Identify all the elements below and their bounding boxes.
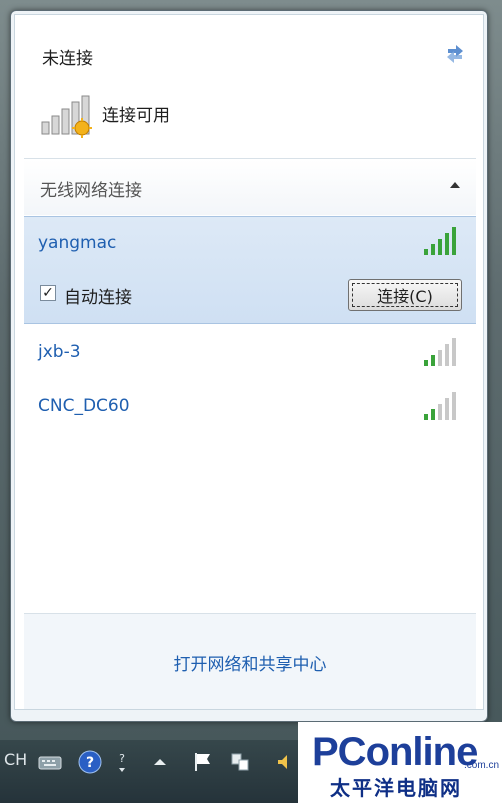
speaker-icon[interactable]	[272, 748, 300, 776]
signal-strength-icon	[424, 227, 456, 255]
signal-strength-icon	[41, 95, 92, 138]
open-network-sharing-center-link[interactable]: 打开网络和共享中心	[24, 650, 476, 675]
network-item-yangmac[interactable]: yangmac ✓ 自动连接 连接(C)	[24, 216, 476, 324]
connection-available-label: 连接可用	[102, 106, 170, 126]
chevron-up-icon[interactable]	[448, 179, 462, 191]
keyboard-icon[interactable]	[36, 748, 64, 776]
flyout-footer: 打开网络和共享中心	[24, 614, 476, 709]
section-label: 无线网络连接	[40, 181, 142, 201]
connection-status-title: 未连接	[42, 49, 93, 69]
pconline-watermark: PConline .com.cn 太平洋电脑网	[298, 722, 502, 803]
network-icon[interactable]	[226, 748, 254, 776]
connect-button[interactable]: 连接(C)	[348, 279, 462, 311]
network-name: CNC_DC60	[38, 396, 130, 416]
input-method-icon[interactable]: ?	[112, 748, 140, 776]
language-indicator[interactable]: CH	[4, 750, 27, 769]
refresh-icon[interactable]	[440, 38, 470, 68]
network-name: yangmac	[38, 233, 117, 253]
watermark-brand: PConline	[312, 730, 478, 774]
network-name: jxb-3	[38, 342, 81, 362]
help-icon[interactable]: ?	[76, 748, 104, 776]
signal-strength-icon	[424, 392, 456, 420]
svg-text:?: ?	[86, 755, 94, 771]
svg-text:?: ?	[119, 752, 125, 765]
signal-strength-icon	[424, 338, 456, 366]
watermark-domain: .com.cn	[464, 760, 500, 771]
watermark-tagline: 太平洋电脑网	[330, 776, 462, 800]
network-item-jxb-3[interactable]: jxb-3	[24, 328, 476, 380]
flag-icon[interactable]	[188, 748, 216, 776]
network-item-cnc-dc60[interactable]: CNC_DC60	[24, 382, 476, 434]
auto-connect-label: 自动连接	[64, 288, 132, 308]
wireless-section-header[interactable]: 无线网络连接	[24, 159, 476, 215]
show-hidden-icons-icon[interactable]	[146, 748, 174, 776]
auto-connect-checkbox[interactable]: ✓	[40, 285, 56, 301]
